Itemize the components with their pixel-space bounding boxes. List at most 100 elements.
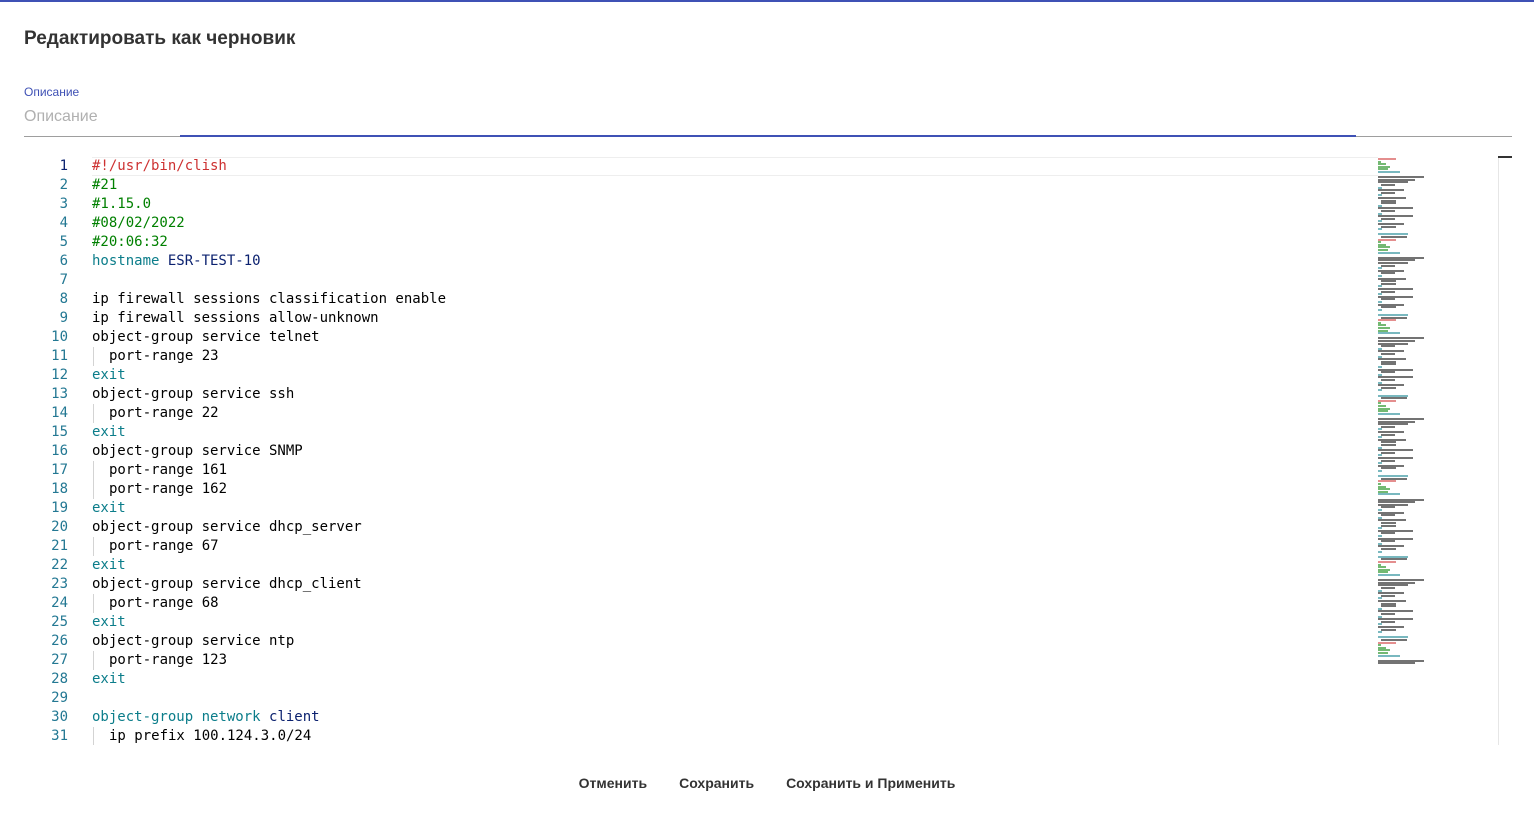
minimap-line <box>1378 631 1383 634</box>
code-line[interactable]: port-range 22 <box>109 404 219 423</box>
minimap-line <box>1381 264 1396 267</box>
line-number: 11 <box>51 348 68 364</box>
indent-guide <box>93 651 94 670</box>
code-line[interactable]: object-group network client <box>92 708 320 727</box>
editor-minimap[interactable] <box>1378 156 1498 676</box>
line-number: 2 <box>59 177 68 193</box>
minimap-line <box>1381 202 1397 205</box>
dialog-top-border <box>0 0 1534 2</box>
minimap-line <box>1381 425 1396 428</box>
minimap-line <box>1378 550 1383 553</box>
code-token: hostname <box>92 253 168 269</box>
minimap-line <box>1381 225 1397 228</box>
code-line[interactable]: exit <box>92 556 126 575</box>
code-line[interactable]: port-range 162 <box>109 480 227 499</box>
minimap-line <box>1381 371 1396 374</box>
code-token: ip firewall sessions classification enab… <box>92 291 447 307</box>
line-number: 14 <box>51 405 68 421</box>
code-line[interactable]: object-group service ssh <box>92 385 294 404</box>
code-line[interactable]: object-group service SNMP <box>92 442 303 461</box>
minimap-line <box>1381 217 1396 220</box>
minimap-line <box>1381 548 1397 550</box>
minimap-line <box>1381 363 1397 366</box>
code-token: exit <box>92 671 126 687</box>
code-token: object-group service telnet <box>92 329 320 345</box>
code-line[interactable]: #21 <box>92 176 117 195</box>
code-line[interactable]: exit <box>92 613 126 632</box>
code-token: #21 <box>92 177 118 193</box>
minimap-line <box>1381 451 1396 454</box>
code-token: object-group service ssh <box>92 386 295 402</box>
code-line[interactable]: ip prefix 100.124.3.0/24 <box>109 727 311 745</box>
editor-vertical-scrollbar[interactable] <box>1498 156 1512 745</box>
minimap-line <box>1381 514 1396 517</box>
line-number: 21 <box>51 538 68 554</box>
minimap-line <box>1381 210 1396 212</box>
code-token: exit <box>92 424 126 440</box>
code-token: ip prefix 100.124.3.0/24 <box>109 728 312 744</box>
line-number: 25 <box>51 614 68 630</box>
code-line[interactable]: ip firewall sessions classification enab… <box>92 290 446 309</box>
code-token: ip firewall sessions allow-unknown <box>92 310 379 326</box>
minimap-line <box>1378 228 1383 231</box>
minimap-line <box>1378 574 1400 576</box>
minimap-line <box>1381 282 1397 285</box>
line-number: 15 <box>51 424 68 440</box>
indent-guide <box>93 537 94 556</box>
code-line[interactable]: port-range 23 <box>109 347 219 366</box>
minimap-line <box>1381 379 1396 381</box>
code-line[interactable]: object-group service dhcp_server <box>92 518 362 537</box>
editor-scrollbar-thumb[interactable] <box>1498 156 1512 158</box>
code-line[interactable]: ip firewall sessions allow-unknown <box>92 309 379 328</box>
code-area[interactable]: #!/usr/bin/clish #21 #1.15.0 #08/02/2022 #20… <box>92 156 1378 745</box>
code-line[interactable]: object-group service dhcp_client <box>92 575 362 594</box>
line-number: 20 <box>51 519 68 535</box>
minimap-line <box>1381 524 1397 527</box>
minimap-line <box>1378 412 1400 415</box>
code-line[interactable]: #20:06:32 <box>92 233 168 252</box>
minimap-line <box>1381 467 1397 470</box>
line-number: 7 <box>59 272 68 288</box>
code-line[interactable]: exit <box>92 423 126 442</box>
code-token: port-range 23 <box>109 348 219 364</box>
code-line[interactable]: #!/usr/bin/clish <box>92 157 227 176</box>
code-token: object-group network <box>92 709 270 725</box>
code-line[interactable]: #1.15.0 <box>92 195 151 214</box>
code-editor[interactable]: 1 2 3 4 5 6 7 8 9 10 11 12 13 14 15 16 17 18 19 20 21 22 23 24 2… <box>24 156 1512 745</box>
line-number: 29 <box>51 690 68 706</box>
code-token: port-range 162 <box>109 481 228 497</box>
minimap-line <box>1381 532 1396 535</box>
code-line[interactable]: port-range 123 <box>109 651 227 670</box>
code-token: exit <box>92 500 126 516</box>
description-field[interactable]: Описание <box>24 84 1512 137</box>
minimap-line <box>1378 171 1400 173</box>
code-token: object-group service dhcp_client <box>92 576 362 592</box>
description-input[interactable] <box>24 102 1512 132</box>
minimap-line <box>1378 308 1383 311</box>
line-number: 23 <box>51 576 68 592</box>
code-line[interactable]: hostname ESR-TEST-10 <box>92 252 261 271</box>
code-line[interactable]: object-group service ntp <box>92 632 294 651</box>
code-line[interactable]: port-range 67 <box>109 537 219 556</box>
code-line[interactable]: port-range 161 <box>109 461 227 480</box>
code-line[interactable]: #08/02/2022 <box>92 214 185 233</box>
code-token: #1.15.0 <box>92 196 152 212</box>
code-line[interactable]: port-range 68 <box>109 594 219 613</box>
indent-guide <box>93 480 94 499</box>
minimap-line <box>1381 540 1396 543</box>
indent-guide <box>93 727 94 745</box>
code-line[interactable]: exit <box>92 670 126 689</box>
code-line[interactable]: object-group service telnet <box>92 328 320 347</box>
save-button[interactable]: Сохранить <box>663 766 770 800</box>
code-token: #20:06:32 <box>92 234 168 250</box>
cancel-button[interactable]: Отменить <box>563 766 663 800</box>
minimap-line <box>1378 389 1383 392</box>
code-line[interactable]: exit <box>92 499 126 518</box>
minimap-line <box>1381 386 1397 389</box>
code-token: #!/usr/bin/clish <box>92 158 227 174</box>
save-and-apply-button[interactable]: Сохранить и Применить <box>770 766 971 800</box>
minimap-line <box>1381 620 1396 623</box>
minimap-line <box>1381 613 1396 615</box>
code-line[interactable]: exit <box>92 366 126 385</box>
current-line-highlight <box>92 157 1378 176</box>
